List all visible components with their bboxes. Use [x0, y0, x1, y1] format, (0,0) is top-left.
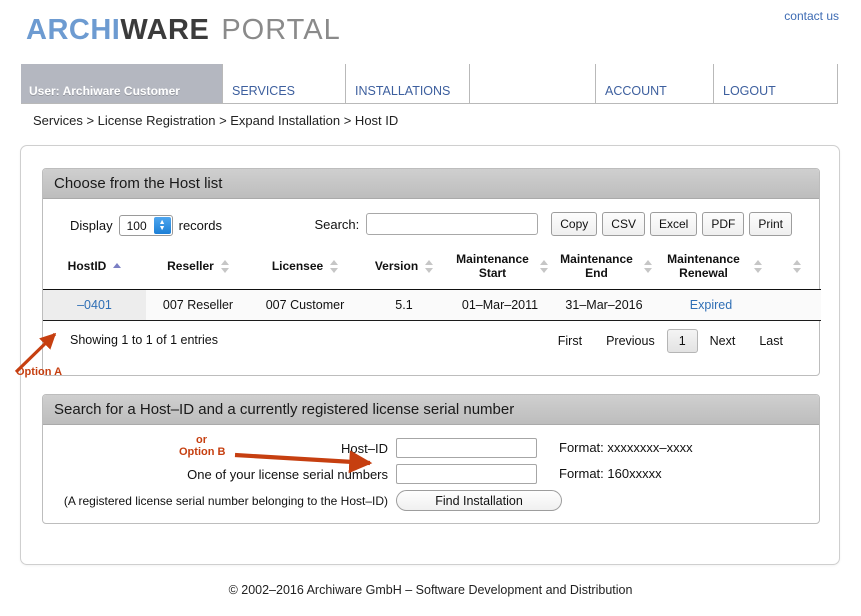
nav-link-account[interactable]: ACCOUNT [596, 84, 667, 103]
display-suffix-label: records [179, 218, 222, 233]
excel-button[interactable]: Excel [650, 212, 697, 236]
breadcrumb: Services > License Registration > Expand… [33, 113, 398, 128]
cell-maintenance-end: 31–Mar–2016 [552, 290, 656, 321]
display-length-value: 100 [127, 219, 147, 233]
nav-link-services[interactable]: SERVICES [223, 84, 295, 103]
column-header-extra[interactable] [766, 245, 821, 290]
datatable-footer: Showing 1 to 1 of 1 entries First Previo… [43, 321, 819, 361]
sort-both-icon[interactable] [221, 260, 229, 273]
nav-item-blank[interactable] [469, 64, 595, 103]
host-list-panel: Choose from the Host list Display 100 ▲▼… [42, 168, 820, 376]
host-list-panel-title: Choose from the Host list [43, 169, 819, 199]
portal-page: contact us ARCHIWARE PORTAL User: Archiwa… [0, 0, 861, 616]
column-header-version[interactable]: Version [360, 245, 448, 290]
nav-item-account[interactable]: ACCOUNT [595, 64, 713, 103]
copy-button[interactable]: Copy [551, 212, 597, 236]
cell-hostid[interactable]: –0401 [43, 290, 146, 321]
cell-reseller: 007 Reseller [146, 290, 250, 321]
nav-user-tab: User: Archiware Customer [21, 64, 222, 103]
logo-archi-text: ARCHI [26, 14, 120, 46]
pagination: First Previous 1 Next Last [546, 329, 795, 353]
column-header-maintenance-start[interactable]: Maintenance Start [448, 245, 552, 290]
search-input[interactable] [366, 213, 538, 235]
hostid-row: Host–ID Format: xxxxxxxx–xxxx [43, 438, 819, 461]
pdf-button[interactable]: PDF [702, 212, 744, 236]
pagination-first[interactable]: First [546, 329, 594, 353]
table-row[interactable]: –0401 007 Reseller 007 Customer 5.1 01–M… [43, 290, 821, 321]
main-navigation: User: Archiware Customer SERVICES INSTAL… [21, 64, 838, 104]
maintenance-renewal-link[interactable]: Expired [690, 298, 732, 312]
logo-portal-text: PORTAL [221, 14, 340, 46]
csv-button[interactable]: CSV [602, 212, 645, 236]
nav-items: SERVICES INSTALLATIONS ACCOUNT LOGOUT [222, 64, 838, 103]
column-header-reseller[interactable]: Reseller [146, 245, 250, 290]
find-row: (A registered license serial number belo… [43, 490, 819, 513]
pagination-last[interactable]: Last [747, 329, 795, 353]
datatable-toolbar: Display 100 ▲▼ records Search: Copy CSV … [43, 199, 819, 245]
column-label-hostid: HostID [68, 259, 107, 273]
column-label-maintenance-renewal: Maintenance Renewal [660, 252, 747, 280]
nav-item-logout[interactable]: LOGOUT [713, 64, 838, 103]
cell-version: 5.1 [360, 290, 448, 321]
pagination-page-1[interactable]: 1 [667, 329, 698, 353]
search-label: Search: [314, 217, 359, 232]
column-label-reseller: Reseller [167, 259, 214, 273]
sort-both-icon[interactable] [793, 260, 801, 273]
column-header-hostid[interactable]: HostID [43, 245, 146, 290]
hostid-input[interactable] [396, 438, 537, 458]
nav-item-installations[interactable]: INSTALLATIONS [345, 64, 469, 103]
nav-link-blank[interactable] [470, 98, 479, 103]
column-label-version: Version [375, 259, 418, 273]
pagination-previous[interactable]: Previous [594, 329, 667, 353]
nav-link-logout[interactable]: LOGOUT [714, 84, 776, 103]
datatable-filter: Search: Copy CSV Excel PDF Print [314, 212, 792, 236]
sort-both-icon[interactable] [425, 260, 433, 273]
nav-link-installations[interactable]: INSTALLATIONS [346, 84, 450, 103]
cell-licensee: 007 Customer [250, 290, 360, 321]
logo-ware-text: WARE [120, 14, 209, 46]
hostid-search-panel: Search for a Host–ID and a currently reg… [42, 394, 820, 524]
contact-us-link[interactable]: contact us [784, 9, 839, 23]
hostid-search-panel-title: Search for a Host–ID and a currently reg… [43, 395, 819, 425]
column-header-maintenance-renewal[interactable]: Maintenance Renewal [656, 245, 766, 290]
table-header-row: HostID Reseller Licensee Version Mainten… [43, 245, 821, 290]
sort-both-icon[interactable] [644, 260, 652, 273]
sort-both-icon[interactable] [330, 260, 338, 273]
sort-both-icon[interactable] [540, 260, 548, 273]
host-list-table: HostID Reseller Licensee Version Mainten… [43, 245, 821, 321]
sort-asc-icon[interactable] [113, 260, 121, 273]
nav-item-services[interactable]: SERVICES [222, 64, 345, 103]
display-length-select[interactable]: 100 ▲▼ [119, 215, 173, 236]
serial-row: One of your license serial numbers Forma… [43, 464, 819, 487]
serial-format-hint: Format: 160xxxxx [559, 464, 662, 484]
pagination-next[interactable]: Next [698, 329, 748, 353]
datatable-info: Showing 1 to 1 of 1 entries [70, 333, 218, 347]
display-length-control: Display 100 ▲▼ records [70, 215, 222, 236]
column-label-maintenance-start: Maintenance Start [452, 252, 533, 280]
hostid-label: Host–ID [43, 438, 388, 460]
cell-maintenance-start: 01–Mar–2011 [448, 290, 552, 321]
serial-label: One of your license serial numbers [43, 464, 388, 486]
hostid-search-form: Host–ID Format: xxxxxxxx–xxxx One of you… [43, 425, 819, 523]
cell-maintenance-renewal[interactable]: Expired [656, 290, 766, 321]
export-buttons: Copy CSV Excel PDF Print [551, 212, 792, 236]
content-card: Choose from the Host list Display 100 ▲▼… [20, 145, 840, 565]
column-header-maintenance-end[interactable]: Maintenance End [552, 245, 656, 290]
serial-note-label: (A registered license serial number belo… [43, 490, 388, 512]
display-prefix-label: Display [70, 218, 113, 233]
column-header-licensee[interactable]: Licensee [250, 245, 360, 290]
print-button[interactable]: Print [749, 212, 792, 236]
chevron-updown-icon[interactable]: ▲▼ [154, 217, 171, 234]
archiware-portal-logo: ARCHIWARE PORTAL [26, 14, 341, 47]
sort-both-icon[interactable] [754, 260, 762, 273]
hostid-link[interactable]: –0401 [77, 298, 112, 312]
column-label-maintenance-end: Maintenance End [556, 252, 637, 280]
find-installation-button[interactable]: Find Installation [396, 490, 562, 511]
serial-input[interactable] [396, 464, 537, 484]
column-label-licensee: Licensee [272, 259, 323, 273]
nav-user-label: User: Archiware Customer [21, 84, 180, 103]
cell-extra [766, 290, 821, 321]
page-footer: © 2002–2016 Archiware GmbH – Software De… [0, 583, 861, 597]
hostid-format-hint: Format: xxxxxxxx–xxxx [559, 438, 693, 458]
